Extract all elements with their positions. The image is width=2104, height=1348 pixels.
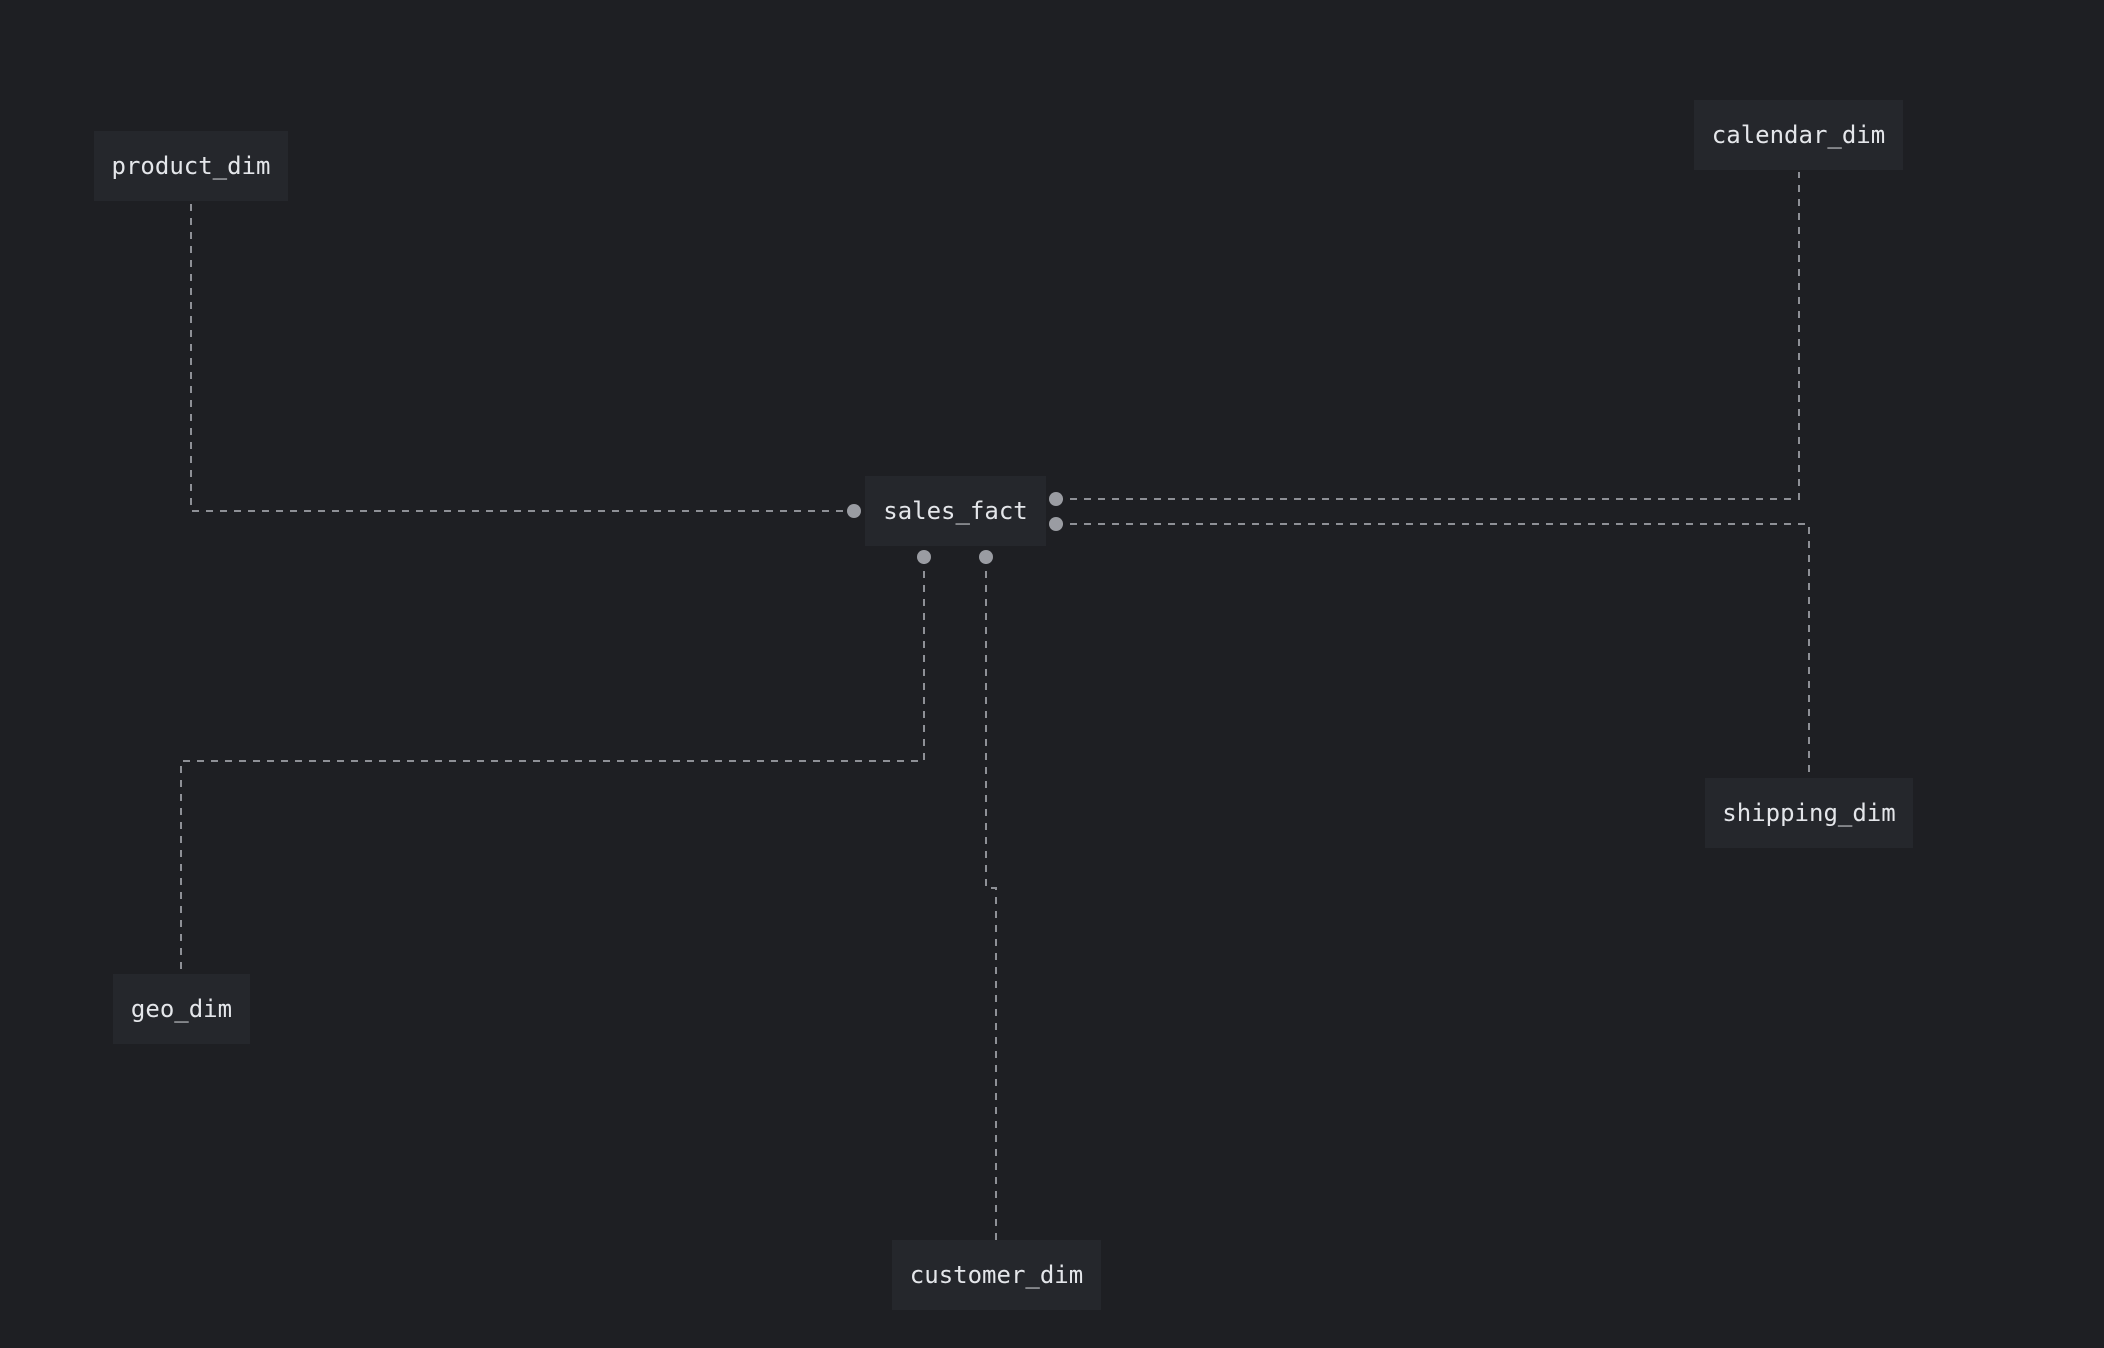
edge-sales-fact-customer-dim <box>985 557 997 1240</box>
edge-endpoint-shipping[interactable] <box>1049 517 1063 531</box>
edge-sales-fact-geo-dim <box>180 557 925 974</box>
node-product-dim[interactable]: product_dim <box>94 131 288 201</box>
node-geo-dim[interactable]: geo_dim <box>113 974 250 1044</box>
node-shipping-dim[interactable]: shipping_dim <box>1705 778 1913 848</box>
edge-endpoint-product[interactable] <box>847 504 861 518</box>
node-sales-fact[interactable]: sales_fact <box>865 476 1046 546</box>
edge-endpoint-geo[interactable] <box>917 550 931 564</box>
edge-endpoint-calendar[interactable] <box>1049 492 1063 506</box>
node-calendar-dim[interactable]: calendar_dim <box>1694 100 1903 170</box>
edge-endpoint-customer[interactable] <box>979 550 993 564</box>
edge-sales-fact-product-dim <box>190 204 854 512</box>
node-customer-dim[interactable]: customer_dim <box>892 1240 1101 1310</box>
edge-sales-fact-shipping-dim <box>1056 523 1810 778</box>
edge-sales-fact-calendar-dim <box>1056 172 1800 500</box>
diagram-canvas <box>180 172 1810 1240</box>
